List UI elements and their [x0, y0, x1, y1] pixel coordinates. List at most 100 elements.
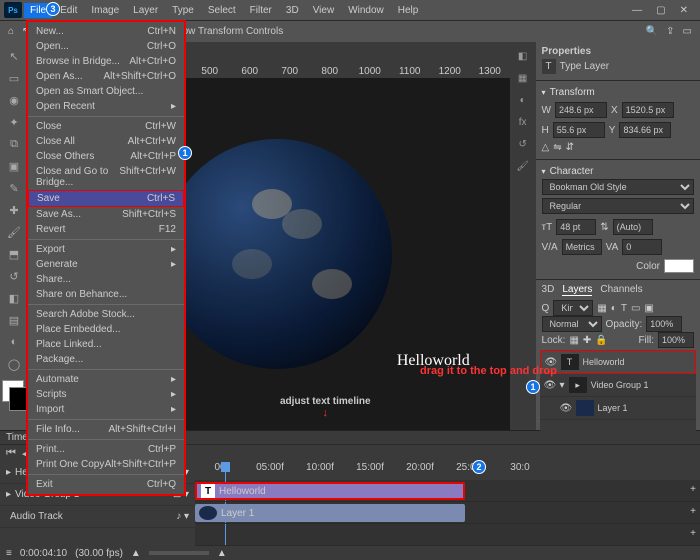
lock-all-icon[interactable]: ▦: [569, 335, 578, 346]
file-menu-item[interactable]: Place Embedded...: [28, 322, 184, 337]
kerning-input[interactable]: [622, 239, 662, 255]
dodge-tool[interactable]: ◯: [2, 354, 26, 374]
visibility-icon[interactable]: 👁: [544, 380, 556, 391]
transform-header[interactable]: Transform: [542, 85, 694, 100]
menu-3d[interactable]: 3D: [280, 3, 305, 18]
clip-helloworld[interactable]: THelloworld: [195, 482, 465, 500]
fill-input[interactable]: [658, 332, 694, 348]
kind-select[interactable]: Kind: [553, 300, 593, 316]
add-clip-icon[interactable]: +: [690, 506, 696, 517]
tab-layers[interactable]: Layers: [562, 284, 592, 296]
menu-window[interactable]: Window: [342, 3, 390, 18]
frame-tool[interactable]: ▣: [2, 156, 26, 176]
panel-icon-history[interactable]: ↺: [512, 134, 534, 154]
menu-layer[interactable]: Layer: [127, 3, 164, 18]
file-menu-item[interactable]: ExitCtrl+Q: [28, 474, 184, 492]
menu-type[interactable]: Type: [166, 3, 200, 18]
file-menu-item[interactable]: Generate▸: [28, 257, 184, 272]
file-menu-item[interactable]: Scripts▸: [28, 387, 184, 402]
leading-input[interactable]: [613, 219, 653, 235]
flip-h-icon[interactable]: ⇋: [553, 142, 561, 153]
file-menu-item[interactable]: Open as Smart Object...: [28, 84, 184, 99]
menu-filter[interactable]: Filter: [244, 3, 278, 18]
search-icon[interactable]: 🔍: [646, 26, 658, 37]
font-weight-select[interactable]: Regular: [542, 198, 694, 214]
file-menu-item[interactable]: New...Ctrl+N: [28, 24, 184, 39]
width-input[interactable]: [555, 102, 607, 118]
file-menu-item[interactable]: Share on Behance...: [28, 287, 184, 302]
text-layer-overlay[interactable]: Helloworld: [397, 352, 470, 370]
tab-channels[interactable]: Channels: [600, 284, 642, 296]
y-input[interactable]: [619, 122, 671, 138]
tracking-input[interactable]: [562, 239, 602, 255]
flip-v-icon[interactable]: ⇵: [566, 142, 574, 153]
minimize-icon[interactable]: —: [632, 5, 642, 16]
history-brush-tool[interactable]: ↺: [2, 266, 26, 286]
add-clip-icon[interactable]: +: [690, 484, 696, 495]
layer-video-group[interactable]: 👁 ▾ ▸ Video Group 1: [540, 374, 696, 397]
add-clip-icon[interactable]: +: [690, 528, 696, 539]
file-menu-item[interactable]: Package...: [28, 352, 184, 367]
menu-image[interactable]: Image: [85, 3, 125, 18]
panel-icon-color[interactable]: ◧: [512, 46, 534, 66]
layer-layer1[interactable]: 👁 Layer 1: [540, 397, 696, 420]
lasso-tool[interactable]: ◉: [2, 90, 26, 110]
file-menu-item[interactable]: Open...Ctrl+O: [28, 39, 184, 54]
file-menu-item[interactable]: File Info...Alt+Shift+Ctrl+I: [28, 419, 184, 437]
file-menu-item[interactable]: Export▸: [28, 239, 184, 257]
visibility-icon[interactable]: 👁: [560, 403, 572, 414]
rotate-icon[interactable]: △: [542, 142, 550, 153]
file-menu-item[interactable]: Open Recent▸: [28, 99, 184, 114]
filter-shape-icon[interactable]: ▭: [631, 303, 640, 314]
move-tool[interactable]: ↖: [2, 46, 26, 66]
zoom-out-icon[interactable]: ▲: [131, 548, 141, 559]
zoom-in-icon[interactable]: ▲: [217, 548, 227, 559]
filter-pixel-icon[interactable]: ▦: [597, 303, 606, 314]
file-menu-item[interactable]: Close AllAlt+Ctrl+W: [28, 134, 184, 149]
panel-icon-swatches[interactable]: ▦: [512, 68, 534, 88]
layer-helloworld[interactable]: 👁 T Helloworld: [540, 350, 696, 374]
font-size-input[interactable]: [556, 219, 596, 235]
file-menu-item[interactable]: Print...Ctrl+P: [28, 439, 184, 457]
file-menu-item[interactable]: Close and Go to Bridge...Shift+Ctrl+W: [28, 164, 184, 190]
file-menu-item[interactable]: Automate▸: [28, 369, 184, 387]
filter-adjust-icon[interactable]: ◐: [611, 303, 617, 314]
track-audio[interactable]: Audio Track♪ ▾: [0, 506, 195, 528]
file-menu-item[interactable]: Browse in Bridge...Alt+Ctrl+O: [28, 54, 184, 69]
height-input[interactable]: [553, 122, 605, 138]
file-menu-item[interactable]: Save As...Shift+Ctrl+S: [28, 207, 184, 222]
blur-tool[interactable]: ◐: [2, 332, 26, 352]
file-menu-item[interactable]: SaveCtrl+S: [28, 190, 184, 207]
file-menu-item[interactable]: Import▸: [28, 402, 184, 417]
opacity-input[interactable]: [646, 316, 682, 332]
stamp-tool[interactable]: ⬒: [2, 244, 26, 264]
lock-pixel-icon[interactable]: 🔒: [595, 335, 607, 346]
zoom-slider[interactable]: [149, 551, 209, 555]
gradient-tool[interactable]: ▤: [2, 310, 26, 330]
character-header[interactable]: Character: [542, 164, 694, 179]
panel-icon-styles[interactable]: fx: [512, 112, 534, 132]
first-frame-icon[interactable]: ⏮: [6, 447, 16, 460]
color-swatches[interactable]: [2, 380, 24, 402]
close-icon[interactable]: ✕: [680, 5, 688, 16]
home-icon[interactable]: ⌂: [8, 26, 14, 37]
visibility-icon[interactable]: 👁: [545, 357, 557, 368]
file-menu-item[interactable]: CloseCtrl+W: [28, 116, 184, 134]
x-input[interactable]: [622, 102, 674, 118]
file-menu-item[interactable]: Place Linked...: [28, 337, 184, 352]
wand-tool[interactable]: ✦: [2, 112, 26, 132]
text-color-swatch[interactable]: [664, 259, 694, 273]
menu-help[interactable]: Help: [392, 3, 425, 18]
maximize-icon[interactable]: ▢: [656, 5, 665, 16]
panel-icon-brushes[interactable]: 🖌: [512, 156, 534, 176]
file-menu-item[interactable]: Close OthersAlt+Ctrl+P: [28, 149, 184, 164]
file-menu-item[interactable]: Print One CopyAlt+Shift+Ctrl+P: [28, 457, 184, 472]
filter-smart-icon[interactable]: ▣: [644, 303, 653, 314]
tab-3d[interactable]: 3D: [542, 284, 555, 296]
workspace-icon[interactable]: ▭: [683, 26, 692, 37]
crop-tool[interactable]: ⧉: [2, 134, 26, 154]
menu-select[interactable]: Select: [202, 3, 242, 18]
file-menu-item[interactable]: Share...: [28, 272, 184, 287]
menu-view[interactable]: View: [307, 3, 341, 18]
eraser-tool[interactable]: ◧: [2, 288, 26, 308]
